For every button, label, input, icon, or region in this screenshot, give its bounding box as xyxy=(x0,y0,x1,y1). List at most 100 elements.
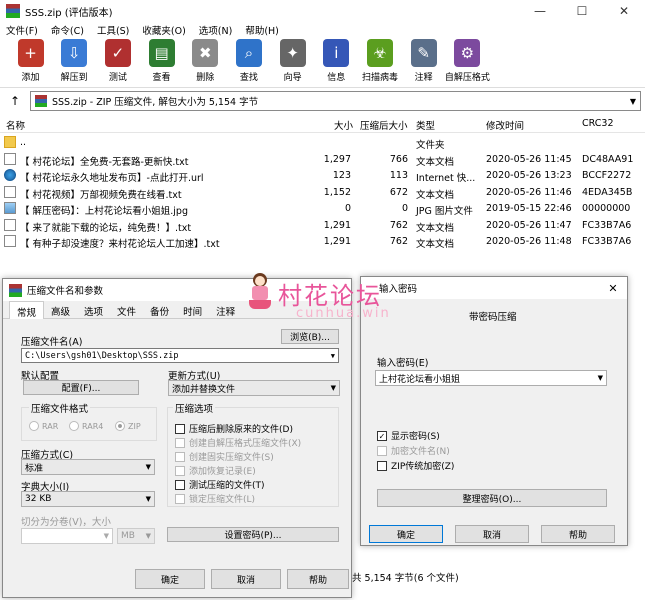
tab-0[interactable]: 常规 xyxy=(9,301,45,319)
minimize-button[interactable]: — xyxy=(519,0,561,22)
col-name[interactable]: 名称 xyxy=(6,118,25,132)
password-ok-button[interactable]: 确定 xyxy=(369,525,443,543)
split-unit-select[interactable]: MB ▼ xyxy=(117,528,155,544)
menu-command[interactable]: 命令(C) xyxy=(51,23,84,37)
tab-3[interactable]: 文件 xyxy=(110,301,143,318)
password-title-text: 输入密码 xyxy=(379,284,418,295)
table-row[interactable]: .. 文件夹 xyxy=(0,134,645,151)
col-crc[interactable]: CRC32 xyxy=(582,118,613,129)
col-size[interactable]: 大小 xyxy=(334,118,353,132)
password-close-icon[interactable]: ✕ xyxy=(599,282,627,295)
col-type[interactable]: 类型 xyxy=(416,118,435,132)
cell-type: Internet 快... xyxy=(416,173,476,184)
up-arrow-icon[interactable]: ↑ xyxy=(0,94,30,108)
close-button[interactable]: ✕ xyxy=(603,0,645,22)
tab-6[interactable]: 注释 xyxy=(209,301,242,318)
update-mode-select[interactable]: 添加并替换文件 ▼ xyxy=(168,380,340,396)
method-select[interactable]: 标准 ▼ xyxy=(21,459,155,475)
tab-5[interactable]: 时间 xyxy=(176,301,209,318)
toolbar-button-4[interactable]: ✖ 删除 xyxy=(191,38,220,87)
toolbar-button-8[interactable]: ☣ 扫描病毒 xyxy=(362,38,398,87)
toolbar-button-3[interactable]: ▤ 查看 xyxy=(147,38,176,87)
menu-options[interactable]: 选项(N) xyxy=(199,23,233,37)
maximize-button[interactable]: ☐ xyxy=(561,0,603,22)
text-file-icon xyxy=(4,218,16,231)
cell-type: 文本文档 xyxy=(416,156,455,168)
organize-passwords-button[interactable]: 整理密码(O)... xyxy=(377,489,607,507)
chevron-down-icon[interactable]: ▼ xyxy=(146,463,154,471)
encrypt-names-checkbox[interactable]: 加密文件名(N) xyxy=(377,444,450,457)
toolbar-button-1[interactable]: ⇩ 解压到 xyxy=(60,38,89,87)
toolbar-button-7[interactable]: i 信息 xyxy=(322,38,351,87)
cell-type: JPG 图片文件 xyxy=(416,206,473,217)
cell-modified: 2020-05-26 11:46 xyxy=(486,186,572,198)
mascot-girl-icon xyxy=(246,273,274,311)
menu-tools[interactable]: 工具(S) xyxy=(97,23,129,37)
chevron-down-icon[interactable]: ▼ xyxy=(331,384,339,392)
table-row[interactable]: 【 村花视频】万部视频免费在线看.txt 1,152 672 文本文档 2020-05-… xyxy=(0,184,645,201)
table-row[interactable]: 【 来了就能下载的论坛，纯免费！】.txt 1,291 762 文本文档 2020-05… xyxy=(0,217,645,234)
browse-button[interactable]: 浏览(B)... xyxy=(281,329,339,344)
chevron-down-icon[interactable]: ▼ xyxy=(146,532,154,540)
col-packed[interactable]: 压缩后大小 xyxy=(360,118,408,132)
compress-option-checkbox[interactable]: 添加恢复记录(E) xyxy=(175,464,256,477)
set-password-button[interactable]: 设置密码(P)... xyxy=(167,527,339,542)
password-help-button[interactable]: 帮助 xyxy=(541,525,615,543)
compress-option-checkbox[interactable]: 测试压缩的文件(T) xyxy=(175,478,265,491)
compress-option-checkbox[interactable]: 锁定压缩文件(L) xyxy=(175,492,255,505)
chevron-down-icon[interactable]: ▼ xyxy=(104,532,112,540)
split-size-select[interactable]: ▼ xyxy=(21,528,113,544)
menu-favorites[interactable]: 收藏夹(O) xyxy=(142,23,185,37)
compress-cancel-button[interactable]: 取消 xyxy=(211,569,281,589)
col-modified[interactable]: 修改时间 xyxy=(486,118,524,132)
show-password-checkbox[interactable]: ✓ 显示密码(S) xyxy=(377,429,440,442)
compress-option-checkbox[interactable]: 创建固实压缩文件(S) xyxy=(175,450,274,463)
chevron-down-icon[interactable]: ▼ xyxy=(598,374,606,382)
password-input-label: 输入密码(E) xyxy=(377,358,429,369)
toolbar-button-6[interactable]: ✦ 向导 xyxy=(278,38,307,87)
table-row[interactable]: 【 村花论坛永久地址发布页】-点此打开.url 123 113 Internet 快.… xyxy=(0,167,645,184)
compress-help-button[interactable]: 帮助 xyxy=(287,569,349,589)
chevron-down-icon[interactable]: ▼ xyxy=(146,495,154,503)
cell-size: 1,152 xyxy=(323,186,351,198)
compress-dialog: 压缩文件名和参数 常规 高级 选项 文件 备份 时间 注释 压缩文件名(A) 浏览(B)..… xyxy=(2,278,352,598)
toolbar-button-9[interactable]: ✎ 注释 xyxy=(409,38,438,87)
profiles-button[interactable]: 配置(F)... xyxy=(23,380,139,395)
address-field[interactable]: SSS.zip - ZIP 压缩文件, 解包大小为 5,154 字节 ▼ xyxy=(30,91,641,111)
toolbar-label: 查找 xyxy=(239,73,258,83)
toolbar-button-5[interactable]: ⌕ 查找 xyxy=(234,38,263,87)
compress-option-checkbox[interactable]: 压缩后删除原来的文件(D) xyxy=(175,422,293,435)
menu-help[interactable]: 帮助(H) xyxy=(245,23,279,37)
zip-legacy-checkbox[interactable]: ZIP传统加密(Z) xyxy=(377,459,454,472)
compress-option-checkbox[interactable]: 创建自解压格式压缩文件(X) xyxy=(175,436,301,449)
toolbar-button-0[interactable]: + 添加 xyxy=(16,38,45,87)
cell-name: 【 村花视频】万部视频免费在线看.txt xyxy=(20,189,182,201)
tab-4[interactable]: 备份 xyxy=(143,301,176,318)
cell-type: 文件夹 xyxy=(416,140,445,151)
table-row[interactable]: 【 解压密码】：上村花论坛看小姐姐.jpg 0 0 JPG 图片文件 2019-05-1… xyxy=(0,200,645,217)
cell-type: 文本文档 xyxy=(416,239,455,250)
format-rar4-radio[interactable]: RAR4 xyxy=(69,421,103,431)
winrar-icon xyxy=(9,283,22,297)
toolbar-label: 查看 xyxy=(152,73,171,83)
menu-file[interactable]: 文件(F) xyxy=(6,23,38,37)
dictionary-select[interactable]: 32 KB ▼ xyxy=(21,491,155,507)
toolbar-button-2[interactable]: ✓ 测试 xyxy=(103,38,132,87)
winrar-icon xyxy=(6,4,20,18)
address-bar: ↑ SSS.zip - ZIP 压缩文件, 解包大小为 5,154 字节 ▼ xyxy=(0,88,645,114)
password-cancel-button[interactable]: 取消 xyxy=(455,525,529,543)
table-row[interactable]: 【 有种子却没速度？来村花论坛人工加速】.txt 1,291 762 文本文档 2020… xyxy=(0,233,645,250)
password-input[interactable]: 上村花论坛看小姐姐 ▼ xyxy=(375,370,607,386)
table-row[interactable]: 【 村花论坛】全免费-无套路-更新快.txt 1,297 766 文本文档 2020-0… xyxy=(0,151,645,168)
cell-size: 1,297 xyxy=(323,153,351,165)
toolbar-label: 添加 xyxy=(21,73,40,83)
archive-name-input[interactable]: C:\Users\gsh01\Desktop\SSS.zip ▼ xyxy=(21,348,339,363)
toolbar-button-10[interactable]: ⚙ 自解压格式 xyxy=(445,38,490,87)
tab-2[interactable]: 选项 xyxy=(77,301,110,318)
chevron-down-icon[interactable]: ▼ xyxy=(331,352,338,360)
format-rar-radio[interactable]: RAR xyxy=(29,421,58,431)
compress-ok-button[interactable]: 确定 xyxy=(135,569,205,589)
chevron-down-icon[interactable]: ▼ xyxy=(626,97,640,106)
format-zip-radio[interactable]: ZIP xyxy=(115,421,141,431)
tab-1[interactable]: 高级 xyxy=(44,301,77,318)
